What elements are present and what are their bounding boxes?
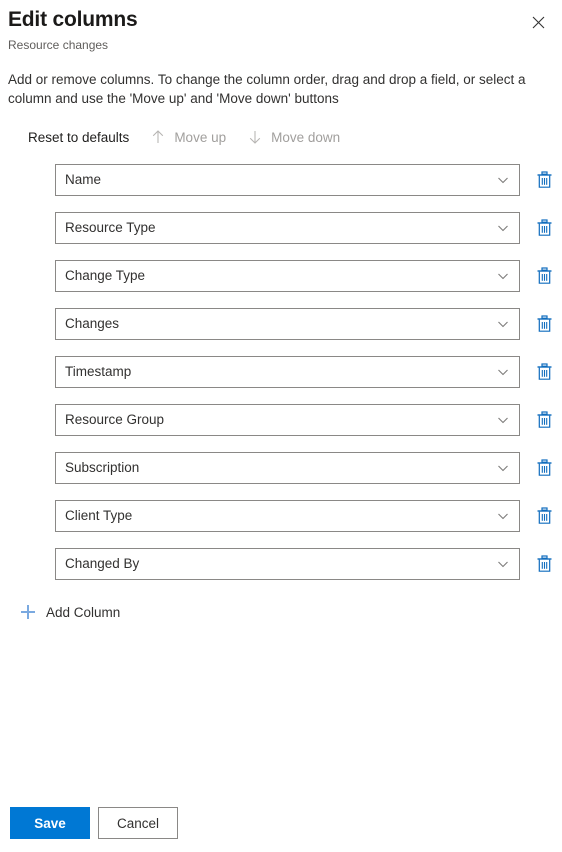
column-select-label: Change Type <box>65 268 146 283</box>
column-row: Subscription <box>0 452 562 484</box>
delete-column-button[interactable] <box>528 212 560 244</box>
trash-icon <box>536 171 553 189</box>
move-up-label: Move up <box>174 129 227 145</box>
cancel-button[interactable]: Cancel <box>98 807 178 839</box>
column-select[interactable]: Changed By <box>55 548 520 580</box>
column-select[interactable]: Change Type <box>55 260 520 292</box>
column-select-label: Name <box>65 172 102 187</box>
column-select-label: Subscription <box>65 460 140 475</box>
delete-column-button[interactable] <box>528 164 560 196</box>
chevron-down-icon <box>495 220 511 236</box>
column-select-label: Resource Group <box>65 412 165 427</box>
delete-column-button[interactable] <box>528 500 560 532</box>
column-select-label: Resource Type <box>65 220 156 235</box>
reset-to-defaults-button[interactable]: Reset to defaults <box>18 122 139 152</box>
arrow-down-icon <box>246 128 264 146</box>
column-select[interactable]: Resource Group <box>55 404 520 436</box>
column-row: Resource Type <box>0 212 562 244</box>
trash-icon <box>536 267 553 285</box>
chevron-down-icon <box>495 508 511 524</box>
delete-column-button[interactable] <box>528 308 560 340</box>
trash-icon <box>536 555 553 573</box>
reset-label: Reset to defaults <box>28 129 130 145</box>
column-select[interactable]: Timestamp <box>55 356 520 388</box>
column-row: Client Type <box>0 500 562 532</box>
chevron-down-icon <box>495 268 511 284</box>
column-select-label: Client Type <box>65 508 133 523</box>
column-select[interactable]: Client Type <box>55 500 520 532</box>
trash-icon <box>536 219 553 237</box>
column-row: Changed By <box>0 548 562 580</box>
column-row: Name <box>0 164 562 196</box>
column-row: Timestamp <box>0 356 562 388</box>
chevron-down-icon <box>495 316 511 332</box>
columns-list: Name Resource Type Change Type Changes Times… <box>0 164 562 580</box>
chevron-down-icon <box>495 556 511 572</box>
chevron-down-icon <box>495 364 511 380</box>
move-down-label: Move down <box>271 129 341 145</box>
delete-column-button[interactable] <box>528 404 560 436</box>
move-up-button[interactable]: Move up <box>139 122 236 152</box>
column-select-label: Changes <box>65 316 120 331</box>
trash-icon <box>536 507 553 525</box>
panel-subtitle: Resource changes <box>8 38 109 52</box>
panel-description: Add or remove columns. To change the col… <box>8 72 526 106</box>
arrow-up-icon <box>149 128 167 146</box>
trash-icon <box>536 459 553 477</box>
move-down-button[interactable]: Move down <box>236 122 350 152</box>
chevron-down-icon <box>495 412 511 428</box>
panel-footer: Save Cancel <box>0 794 562 852</box>
column-select[interactable]: Resource Type <box>55 212 520 244</box>
plus-icon <box>18 602 38 622</box>
page-title: Edit columns <box>8 8 138 31</box>
delete-column-button[interactable] <box>528 260 560 292</box>
delete-column-button[interactable] <box>528 452 560 484</box>
column-select[interactable]: Changes <box>55 308 520 340</box>
add-column-label: Add Column <box>46 604 121 620</box>
column-row: Change Type <box>0 260 562 292</box>
save-button[interactable]: Save <box>10 807 90 839</box>
column-select[interactable]: Name <box>55 164 520 196</box>
close-icon <box>532 16 545 29</box>
chevron-down-icon <box>495 460 511 476</box>
trash-icon <box>536 411 553 429</box>
column-select-label: Timestamp <box>65 364 132 379</box>
command-bar: Reset to defaults Move up Move down <box>18 122 562 152</box>
delete-column-button[interactable] <box>528 356 560 388</box>
column-select-label: Changed By <box>65 556 140 571</box>
column-row: Resource Group <box>0 404 562 436</box>
column-row: Changes <box>0 308 562 340</box>
column-select[interactable]: Subscription <box>55 452 520 484</box>
chevron-down-icon <box>495 172 511 188</box>
trash-icon <box>536 315 553 333</box>
add-column-button[interactable]: Add Column <box>12 596 126 628</box>
delete-column-button[interactable] <box>528 548 560 580</box>
trash-icon <box>536 363 553 381</box>
panel-header: Edit columns Resource changes <box>0 0 562 54</box>
close-button[interactable] <box>524 8 552 36</box>
